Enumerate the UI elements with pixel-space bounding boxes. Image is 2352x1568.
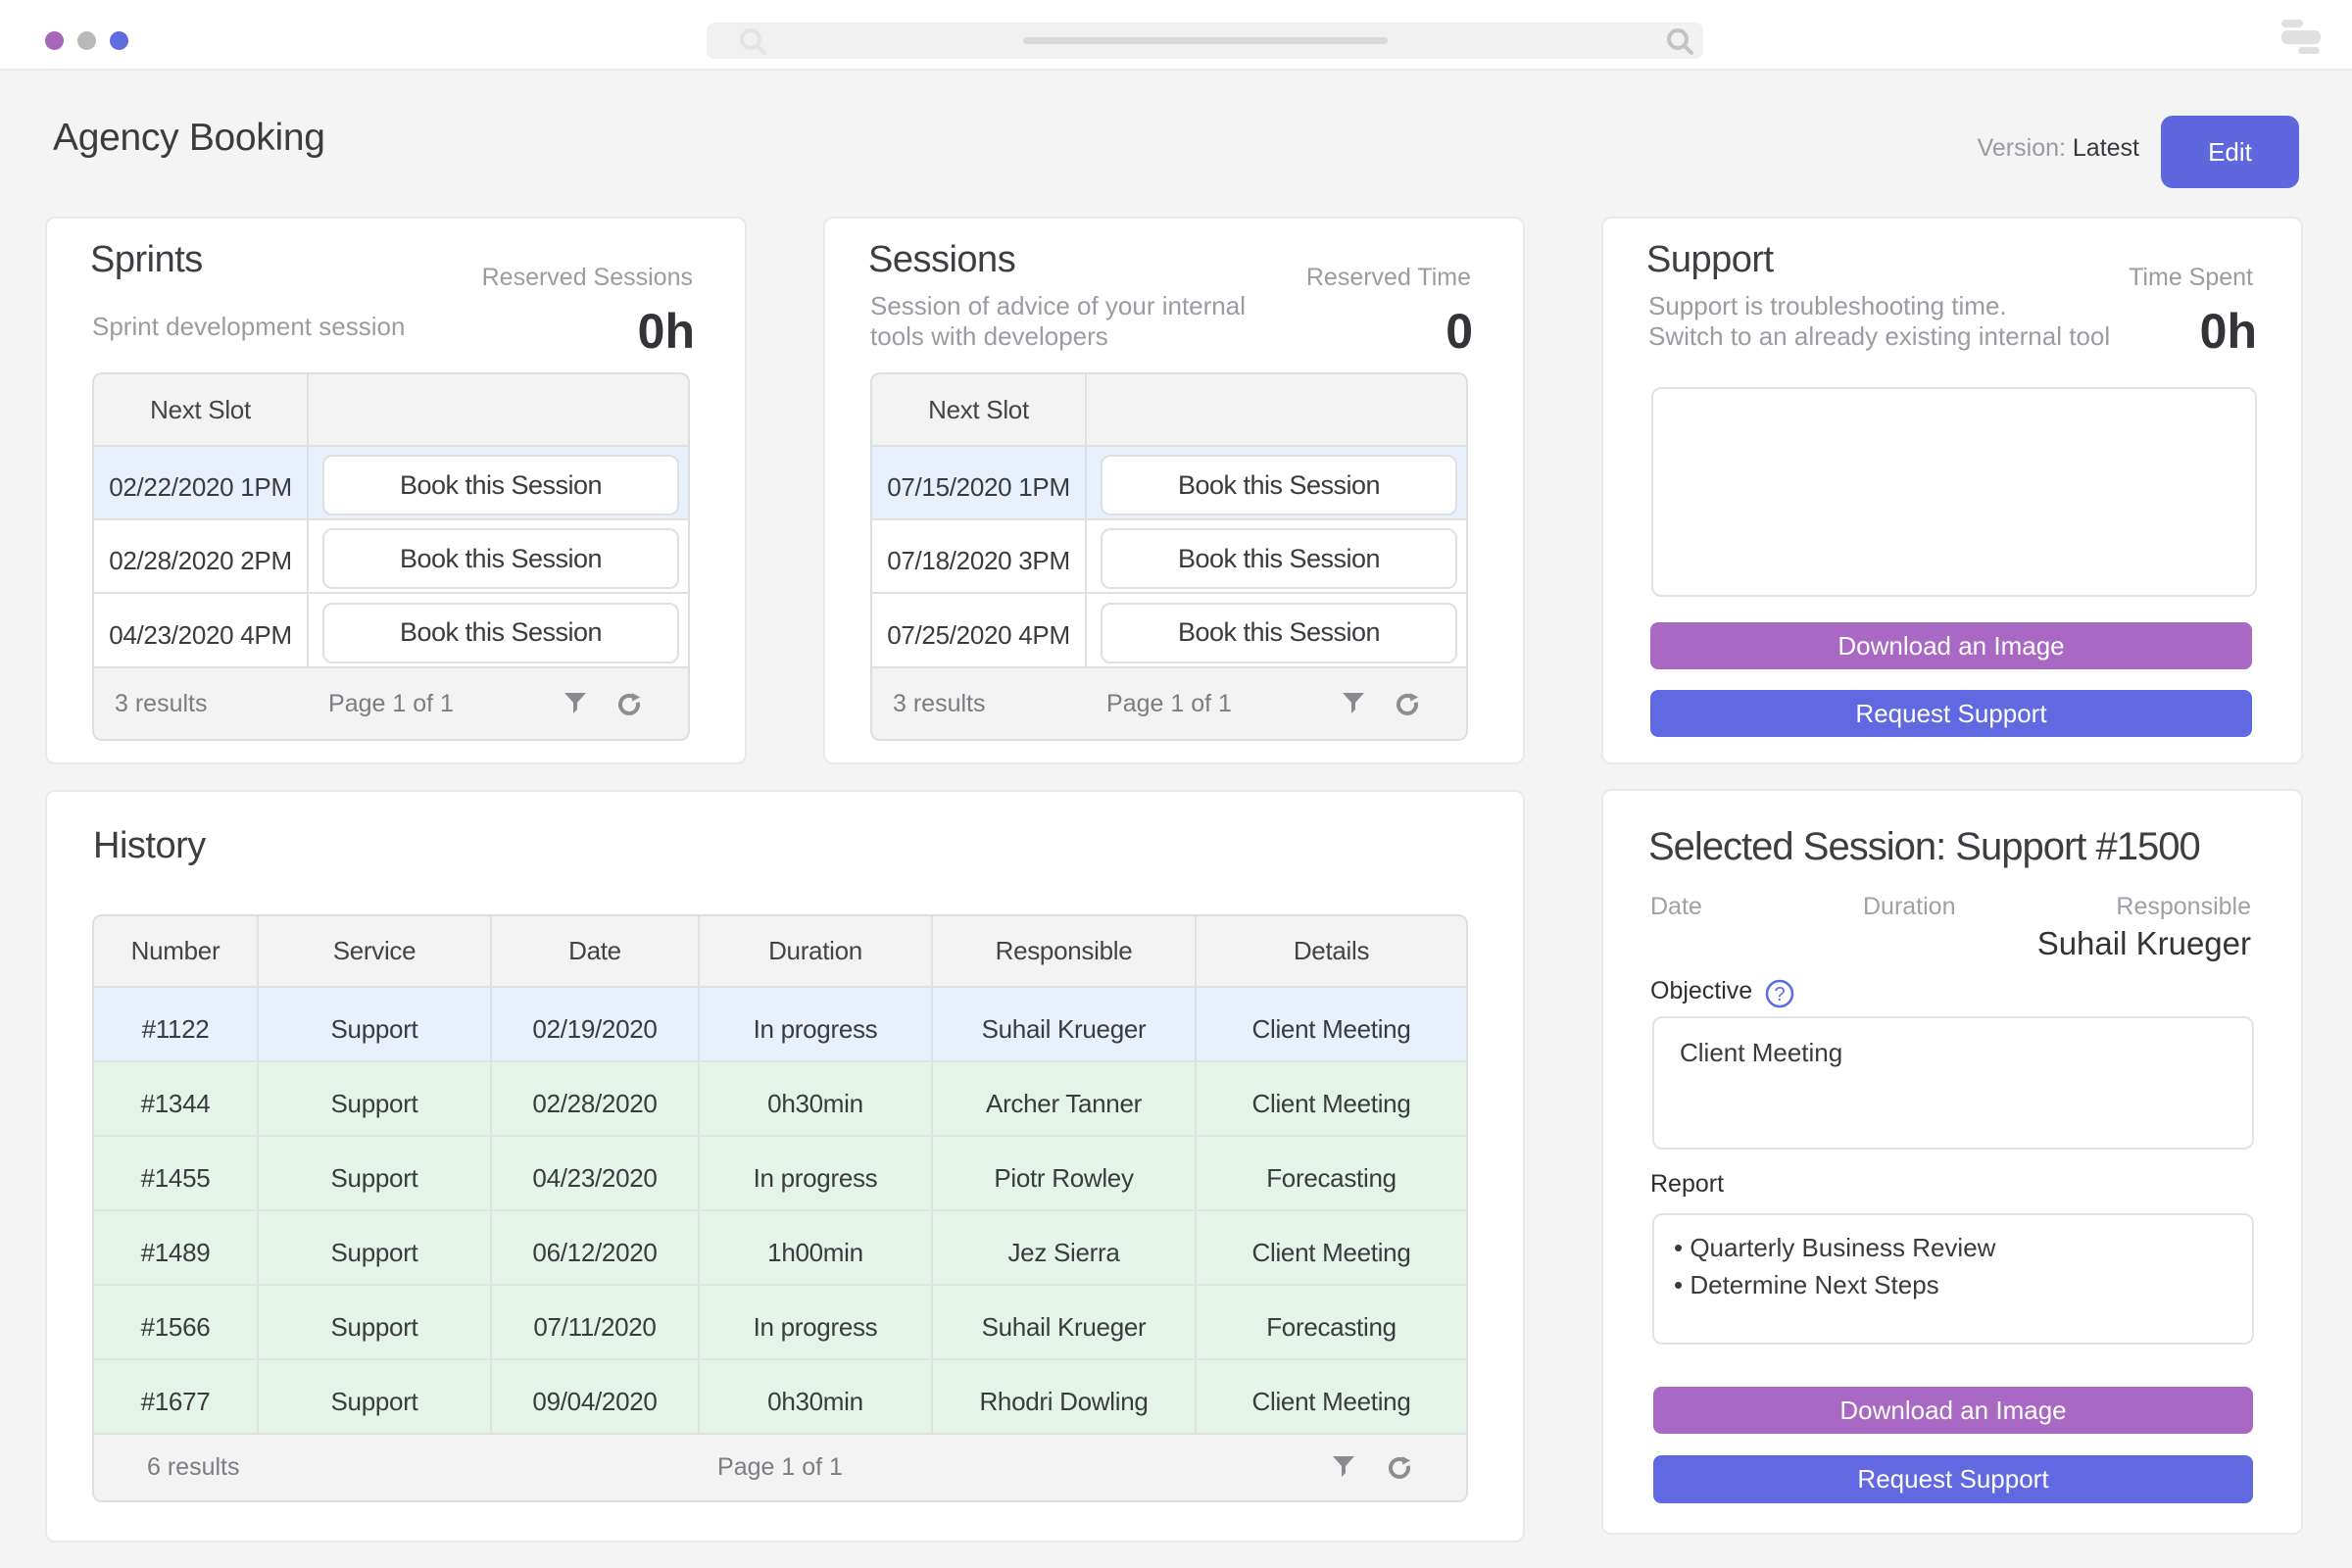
svg-text:?: ? bbox=[1774, 984, 1785, 1005]
